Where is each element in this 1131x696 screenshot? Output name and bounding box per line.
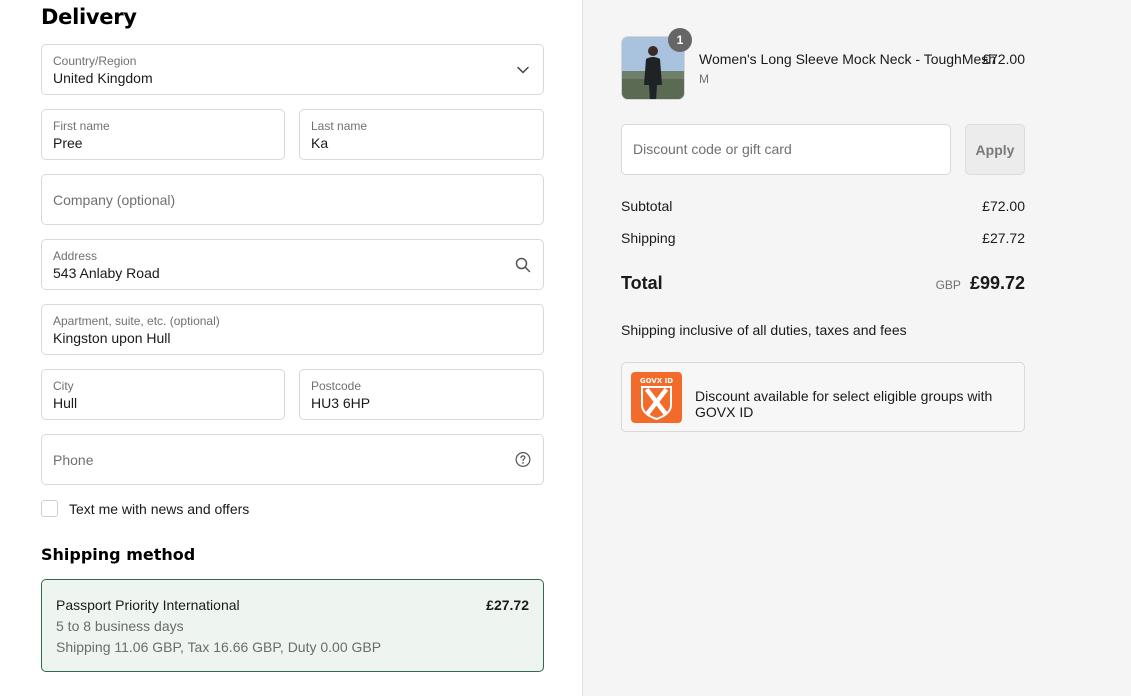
subtotal-row: Subtotal £72.00	[621, 198, 1025, 214]
shipping-option[interactable]: Passport Priority International £27.72 5…	[41, 579, 544, 672]
company-field[interactable]: Company (optional)	[41, 174, 544, 225]
govx-discount-banner[interactable]: GOVX ID Discount available for select el…	[621, 362, 1025, 432]
total-label: Total	[621, 273, 663, 293]
total-row: Total GBP £99.72	[621, 273, 1025, 294]
postcode-label: Postcode	[311, 379, 362, 393]
last-name-field[interactable]: Last name Ka	[299, 109, 544, 160]
shipping-label: Shipping	[621, 230, 676, 246]
shipping-row: Shipping £27.72	[621, 230, 1025, 246]
last-name-label: Last name	[311, 119, 368, 133]
apply-discount-button[interactable]: Apply	[965, 124, 1025, 175]
apartment-value: Kingston upon Hull	[53, 330, 171, 346]
phone-field[interactable]: Phone	[41, 434, 544, 485]
sms-opt-in-label: Text me with news and offers	[69, 500, 250, 517]
phone-placeholder: Phone	[53, 452, 94, 468]
subtotal-label: Subtotal	[621, 198, 673, 214]
last-name-value: Ka	[311, 135, 329, 151]
city-label: City	[53, 379, 74, 393]
country-select[interactable]: Country/Region United Kingdom	[41, 44, 544, 95]
first-name-field[interactable]: First name Pree	[41, 109, 285, 160]
delivery-heading: Delivery	[41, 5, 137, 29]
govx-logo: GOVX ID	[631, 372, 682, 423]
subtotal-value: £72.00	[982, 198, 1025, 214]
shipping-option-name: Passport Priority International	[56, 597, 240, 613]
govx-discount-text: Discount available for select eligible g…	[695, 388, 993, 420]
address-label: Address	[53, 249, 98, 263]
govx-logo-text: GOVX ID	[640, 377, 673, 385]
company-placeholder: Company (optional)	[53, 192, 176, 208]
help-circle-icon[interactable]	[515, 452, 531, 468]
sms-opt-in[interactable]: Text me with news and offers	[41, 500, 249, 517]
postcode-value: HU3 6HP	[311, 395, 371, 411]
address-field[interactable]: Address 543 Anlaby Road	[41, 239, 544, 290]
product-price: £72.00	[982, 51, 1025, 67]
delivery-panel: Delivery Country/Region United Kingdom F…	[0, 0, 582, 696]
city-field[interactable]: City Hull	[41, 369, 285, 420]
sms-opt-in-checkbox[interactable]	[41, 500, 58, 517]
search-icon[interactable]	[515, 257, 531, 273]
product-variant: M	[699, 72, 709, 86]
discount-code-input[interactable]: Discount code or gift card	[621, 124, 951, 175]
shipping-option-days: 5 to 8 business days	[56, 618, 184, 634]
postcode-field[interactable]: Postcode HU3 6HP	[299, 369, 544, 420]
shipping-option-detail: Shipping 11.06 GBP, Tax 16.66 GBP, Duty …	[56, 639, 382, 655]
first-name-value: Pree	[53, 135, 83, 151]
shipping-method-heading: Shipping method	[41, 545, 196, 564]
total-currency: GBP	[935, 278, 961, 292]
apartment-label: Apartment, suite, etc. (optional)	[53, 314, 220, 328]
country-label: Country/Region	[53, 54, 137, 68]
first-name-label: First name	[53, 119, 110, 133]
order-summary-panel	[582, 0, 1131, 696]
chevron-down-icon	[515, 62, 531, 78]
total-value: £99.72	[969, 273, 1025, 293]
quantity-badge: 1	[668, 28, 692, 52]
address-value: 543 Anlaby Road	[53, 265, 160, 281]
discount-code-placeholder: Discount code or gift card	[633, 141, 792, 157]
shipping-option-price: £27.72	[486, 597, 529, 613]
apartment-field[interactable]: Apartment, suite, etc. (optional) Kingst…	[41, 304, 544, 355]
country-value: United Kingdom	[53, 70, 153, 86]
shipping-inclusive-note: Shipping inclusive of all duties, taxes …	[621, 322, 907, 338]
city-value: Hull	[53, 395, 78, 411]
product-name: Women's Long Sleeve Mock Neck - ToughMes…	[699, 51, 997, 67]
shipping-value: £27.72	[982, 230, 1025, 246]
